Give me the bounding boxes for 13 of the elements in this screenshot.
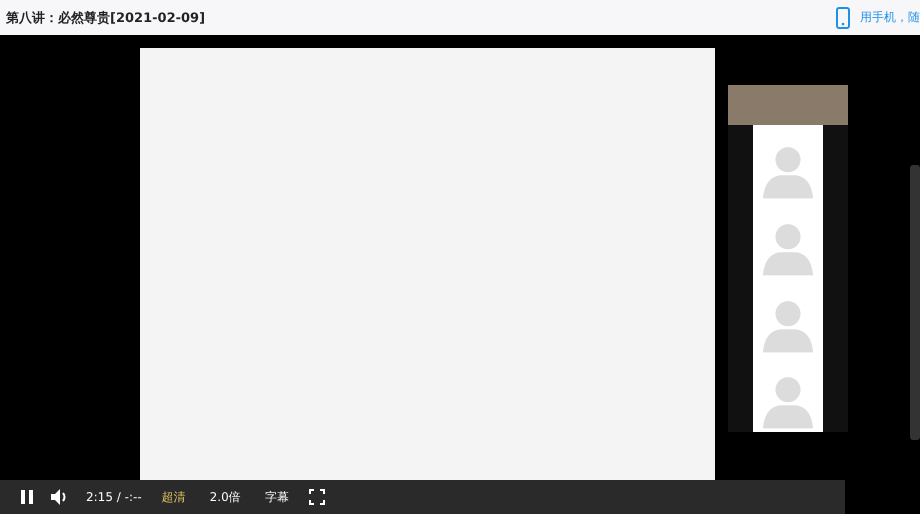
fullscreen-button[interactable]: [308, 489, 325, 505]
avatar-silhouette-icon: [753, 278, 823, 356]
lecture-title: 第八讲：必然尊贵[2021-02-09]: [6, 10, 206, 26]
quality-button[interactable]: 超清: [158, 488, 190, 506]
playback-time: 2:15 / -:--: [86, 490, 142, 504]
pause-button[interactable]: [20, 489, 34, 505]
speed-button[interactable]: 2.0倍: [206, 488, 245, 506]
avatar-silhouette-icon: [753, 355, 823, 432]
phone-icon: [836, 6, 850, 28]
avatar-silhouette-icon: [753, 202, 823, 278]
subtitles-button[interactable]: 字幕: [260, 488, 293, 506]
scroll-handle[interactable]: [910, 165, 920, 440]
avatar-silhouette-icon: [753, 125, 823, 202]
